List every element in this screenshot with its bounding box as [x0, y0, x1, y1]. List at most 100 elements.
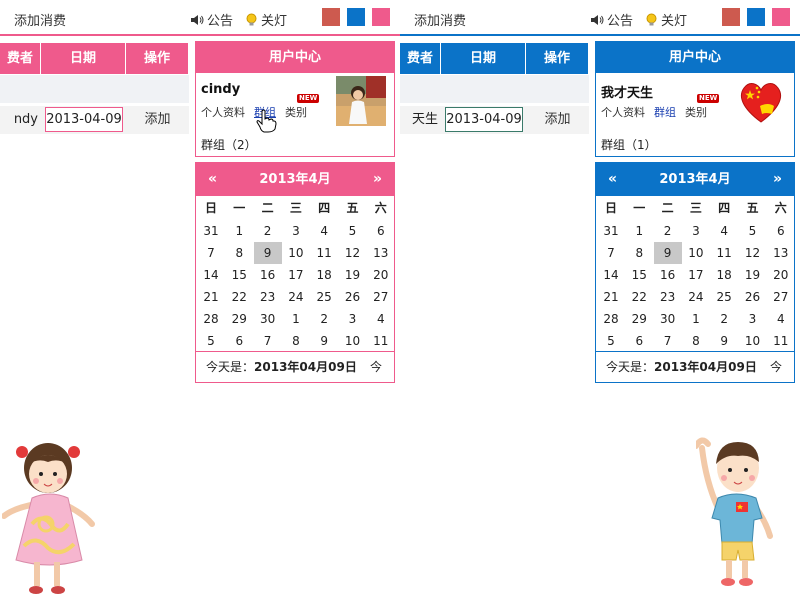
calendar-day-today[interactable]: 9 — [653, 242, 682, 264]
calendar-day[interactable]: 18 — [710, 264, 738, 286]
calendar-day[interactable]: 23 — [254, 286, 282, 308]
category-link[interactable]: 类别 NEW — [285, 94, 320, 120]
calendar-day[interactable]: 17 — [282, 264, 310, 286]
calendar-day[interactable]: 3 — [739, 308, 767, 330]
calendar-day[interactable]: 22 — [625, 286, 653, 308]
calendar-day[interactable]: 3 — [339, 308, 367, 330]
add-expense-title[interactable]: 添加消费 — [14, 10, 66, 29]
add-button[interactable]: 添加 — [126, 106, 189, 134]
calendar-day[interactable]: 11 — [310, 242, 338, 264]
calendar-day-today[interactable]: 9 — [253, 242, 282, 264]
calendar-day[interactable]: 25 — [710, 286, 738, 308]
calendar-day[interactable]: 16 — [254, 264, 282, 286]
calendar-day[interactable]: 11 — [767, 330, 795, 352]
calendar-day[interactable]: 6 — [767, 220, 795, 242]
calendar-day[interactable]: 21 — [597, 286, 625, 308]
add-expense-title[interactable]: 添加消费 — [414, 10, 466, 29]
calendar-day[interactable]: 8 — [682, 330, 710, 352]
calendar-day[interactable]: 29 — [225, 308, 253, 330]
calendar-day[interactable]: 6 — [225, 330, 253, 352]
calendar-day[interactable]: 1 — [625, 220, 653, 242]
calendar-day[interactable]: 9 — [710, 330, 738, 352]
calendar-day[interactable]: 1 — [282, 308, 310, 330]
calendar-day[interactable]: 17 — [682, 264, 710, 286]
calendar-day[interactable]: 5 — [339, 220, 367, 242]
calendar-day[interactable]: 27 — [367, 286, 395, 308]
calendar-day[interactable]: 3 — [682, 220, 710, 242]
calendar-day[interactable]: 12 — [739, 242, 767, 264]
theme-swatch-pink[interactable] — [772, 8, 790, 26]
calendar-day[interactable]: 4 — [310, 220, 338, 242]
calendar-day[interactable]: 6 — [367, 220, 395, 242]
calendar-day[interactable]: 18 — [310, 264, 338, 286]
calendar-day[interactable]: 22 — [225, 286, 253, 308]
jump-today-button[interactable]: 今 — [370, 352, 382, 382]
calendar-day[interactable]: 6 — [625, 330, 653, 352]
calendar-day[interactable]: 26 — [739, 286, 767, 308]
calendar-day[interactable]: 5 — [197, 330, 225, 352]
calendar-day[interactable]: 9 — [310, 330, 338, 352]
calendar-day[interactable]: 21 — [197, 286, 225, 308]
calendar-day[interactable]: 31 — [197, 220, 225, 242]
calendar-day[interactable]: 31 — [597, 220, 625, 242]
calendar-day[interactable]: 16 — [654, 264, 682, 286]
profile-link[interactable]: 个人资料 — [201, 104, 245, 120]
calendar-day[interactable]: 7 — [254, 330, 282, 352]
calendar-day[interactable]: 8 — [282, 330, 310, 352]
category-link[interactable]: 类别 NEW — [685, 94, 720, 120]
calendar-day[interactable]: 4 — [767, 308, 795, 330]
calendar-day[interactable]: 1 — [682, 308, 710, 330]
lights-off-link[interactable]: 关灯 — [245, 10, 287, 29]
calendar-day[interactable]: 26 — [339, 286, 367, 308]
calendar-day[interactable]: 2 — [710, 308, 738, 330]
next-month-button[interactable]: » — [773, 163, 782, 196]
calendar-day[interactable]: 2 — [254, 220, 282, 242]
calendar-day[interactable]: 2 — [310, 308, 338, 330]
calendar-day[interactable]: 7 — [197, 242, 225, 264]
calendar-day[interactable]: 19 — [339, 264, 367, 286]
calendar-day[interactable]: 30 — [654, 308, 682, 330]
calendar-day[interactable]: 20 — [367, 264, 395, 286]
calendar-day[interactable]: 1 — [225, 220, 253, 242]
calendar-day[interactable]: 10 — [282, 242, 310, 264]
calendar-day[interactable]: 15 — [225, 264, 253, 286]
calendar-day[interactable]: 10 — [339, 330, 367, 352]
calendar-day[interactable]: 4 — [367, 308, 395, 330]
calendar-day[interactable]: 2 — [654, 220, 682, 242]
calendar-day[interactable]: 23 — [654, 286, 682, 308]
calendar-day[interactable]: 5 — [597, 330, 625, 352]
calendar-day[interactable]: 30 — [254, 308, 282, 330]
jump-today-button[interactable]: 今 — [770, 352, 782, 382]
add-button[interactable]: 添加 — [526, 106, 589, 134]
notice-link[interactable]: 公告 — [590, 10, 633, 29]
calendar-day[interactable]: 11 — [710, 242, 738, 264]
calendar-day[interactable]: 14 — [197, 264, 225, 286]
calendar-day[interactable]: 7 — [597, 242, 625, 264]
theme-swatch-red[interactable] — [322, 8, 340, 26]
calendar-day[interactable]: 15 — [625, 264, 653, 286]
calendar-day[interactable]: 7 — [654, 330, 682, 352]
calendar-day[interactable]: 28 — [197, 308, 225, 330]
calendar-day[interactable]: 20 — [767, 264, 795, 286]
theme-swatch-blue[interactable] — [347, 8, 365, 26]
avatar[interactable] — [336, 76, 386, 126]
calendar-day[interactable]: 25 — [310, 286, 338, 308]
calendar-day[interactable]: 11 — [367, 330, 395, 352]
date-input[interactable] — [445, 107, 523, 132]
calendar-day[interactable]: 4 — [710, 220, 738, 242]
calendar-day[interactable]: 13 — [767, 242, 795, 264]
calendar-day[interactable]: 5 — [739, 220, 767, 242]
theme-swatch-pink[interactable] — [372, 8, 390, 26]
calendar-day[interactable]: 24 — [682, 286, 710, 308]
calendar-day[interactable]: 28 — [597, 308, 625, 330]
date-input[interactable] — [45, 107, 123, 132]
avatar[interactable] — [736, 76, 786, 126]
notice-link[interactable]: 公告 — [190, 10, 233, 29]
calendar-day[interactable]: 8 — [625, 242, 653, 264]
calendar-day[interactable]: 8 — [225, 242, 253, 264]
calendar-day[interactable]: 12 — [339, 242, 367, 264]
lights-off-link[interactable]: 关灯 — [645, 10, 687, 29]
profile-link[interactable]: 个人资料 — [601, 104, 645, 120]
calendar-day[interactable]: 14 — [597, 264, 625, 286]
calendar-day[interactable]: 29 — [625, 308, 653, 330]
